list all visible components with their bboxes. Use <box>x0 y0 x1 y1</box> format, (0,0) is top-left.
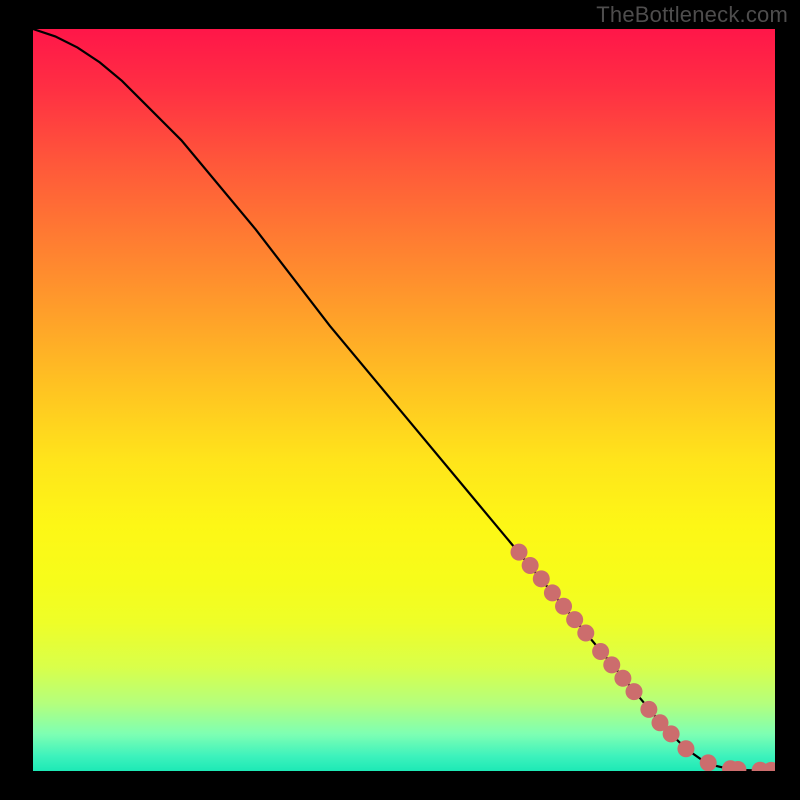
data-marker <box>614 670 631 687</box>
data-marker <box>511 544 528 561</box>
attribution-label: TheBottleneck.com <box>596 2 788 28</box>
data-marker <box>626 683 643 700</box>
data-marker <box>640 701 657 718</box>
plot-area <box>33 29 775 771</box>
data-marker <box>522 557 539 574</box>
chart-frame: TheBottleneck.com <box>0 0 800 800</box>
data-marker <box>555 598 572 615</box>
data-marker <box>544 584 561 601</box>
data-marker <box>577 624 594 641</box>
data-marker <box>603 656 620 673</box>
performance-curve <box>33 29 775 771</box>
data-marker <box>566 611 583 628</box>
data-marker <box>592 643 609 660</box>
chart-overlay <box>33 29 775 771</box>
data-marker <box>663 725 680 742</box>
marker-group <box>511 544 775 771</box>
data-marker <box>677 740 694 757</box>
data-marker <box>700 754 717 771</box>
data-marker <box>533 570 550 587</box>
